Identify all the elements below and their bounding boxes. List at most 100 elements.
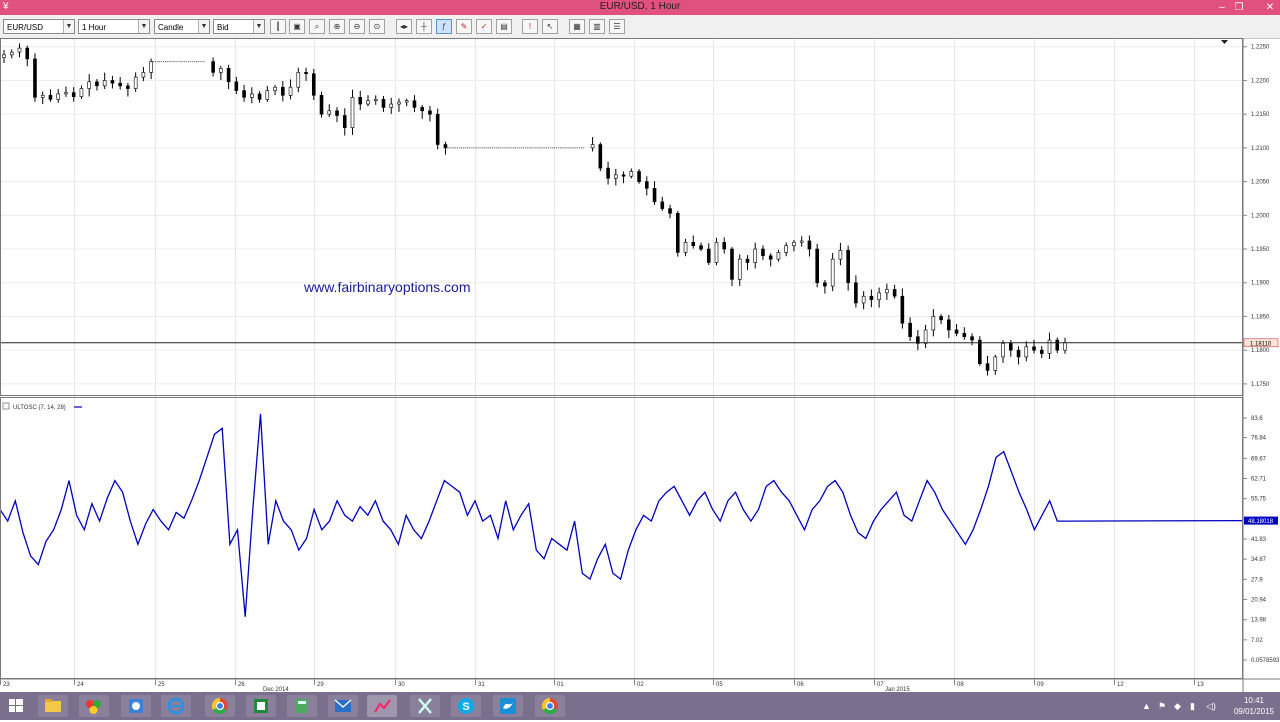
candle-body[interactable] xyxy=(381,99,386,108)
candle-body[interactable] xyxy=(799,240,804,243)
candle-body[interactable] xyxy=(133,76,138,89)
grid-icon[interactable]: ▦ xyxy=(569,19,585,34)
start-button[interactable] xyxy=(2,695,30,717)
candle-body[interactable] xyxy=(784,245,788,253)
analysis-icon[interactable]: ✓ xyxy=(476,19,492,34)
photo-editor-icon[interactable] xyxy=(121,695,151,717)
candle-body[interactable] xyxy=(854,282,858,304)
candle-body[interactable] xyxy=(296,72,301,88)
candle-body[interactable] xyxy=(931,316,936,331)
candle-body[interactable] xyxy=(373,99,378,101)
internet-explorer-icon[interactable] xyxy=(161,695,191,717)
candle-body[interactable] xyxy=(435,113,440,145)
chrome-window-icon[interactable] xyxy=(535,695,565,717)
tray-flag-icon[interactable]: ⚑ xyxy=(1158,692,1166,720)
candle-body[interactable] xyxy=(908,322,912,337)
candle-body[interactable] xyxy=(970,336,974,341)
candle-body[interactable] xyxy=(126,85,130,89)
candle-body[interactable] xyxy=(637,171,641,182)
drawing-tools-icon[interactable]: ✎ xyxy=(456,19,472,34)
candle-body[interactable] xyxy=(629,171,634,177)
scroll-left-icon[interactable]: ◂▸ xyxy=(396,19,412,34)
candle-body[interactable] xyxy=(1008,343,1013,351)
candle-body[interactable] xyxy=(614,174,618,179)
trading-app-icon[interactable] xyxy=(367,695,397,717)
candle-body[interactable] xyxy=(652,188,657,203)
candle-body[interactable] xyxy=(226,68,231,83)
candle-body[interactable] xyxy=(792,241,796,246)
chart-area[interactable]: 23 24 25 26 29 30 31 01 02 05 06 07 08 09 12 13Dec 2014… xyxy=(0,38,1280,692)
volume-icon[interactable]: ◁) xyxy=(1206,692,1216,720)
paint-app-icon[interactable] xyxy=(79,695,109,717)
network-icon[interactable]: ▮ xyxy=(1190,692,1195,720)
candle-body[interactable] xyxy=(722,241,727,250)
zoom-reset-icon[interactable]: ⊙ xyxy=(369,19,385,34)
candle-body[interactable] xyxy=(397,101,401,105)
candle-body[interactable] xyxy=(358,97,363,105)
taskbar-clock[interactable]: 10:41 09/01/2015 xyxy=(1232,695,1276,717)
candle-body[interactable] xyxy=(335,110,339,116)
file-explorer-icon[interactable] xyxy=(38,695,68,717)
oscillator-panel[interactable] xyxy=(0,413,1244,617)
candle-body[interactable] xyxy=(64,92,68,95)
candle-body[interactable] xyxy=(250,93,254,98)
candle-body[interactable] xyxy=(281,86,285,96)
candle-body[interactable] xyxy=(102,80,107,87)
candle-body[interactable] xyxy=(838,250,843,260)
candle-body[interactable] xyxy=(954,329,959,334)
candle-body[interactable] xyxy=(9,51,14,56)
candle-body[interactable] xyxy=(675,212,680,253)
candle-body[interactable] xyxy=(342,115,347,128)
candle-body[interactable] xyxy=(830,258,835,287)
crosshair-icon[interactable]: ┼ xyxy=(416,19,432,34)
candle-body[interactable] xyxy=(962,333,967,337)
restore-button[interactable]: ❐ xyxy=(1231,0,1247,15)
zoom-out-icon[interactable]: ⊖ xyxy=(349,19,365,34)
lock-icon[interactable]: ▣ xyxy=(289,19,305,34)
candle-body[interactable] xyxy=(304,72,308,75)
candle-body[interactable] xyxy=(56,93,61,100)
candle-body[interactable] xyxy=(985,363,990,371)
candle-body[interactable] xyxy=(776,252,781,260)
period-select[interactable]: 1 Hour ▼ xyxy=(78,19,150,34)
close-button[interactable]: ✕ xyxy=(1262,0,1278,15)
candle-body[interactable] xyxy=(79,88,84,97)
twitter-icon[interactable] xyxy=(493,695,523,717)
zoom-in-icon[interactable]: ⊕ xyxy=(329,19,345,34)
candle-body[interactable] xyxy=(242,90,246,98)
candle-body[interactable] xyxy=(211,61,215,73)
candle-body[interactable] xyxy=(885,289,889,294)
skype-icon[interactable]: S xyxy=(451,695,481,717)
candle-body[interactable] xyxy=(118,82,122,87)
candle-body[interactable] xyxy=(730,248,734,280)
candle-body[interactable] xyxy=(110,80,115,84)
candle-body[interactable] xyxy=(807,240,812,250)
candle-body[interactable] xyxy=(48,94,53,100)
candle-body[interactable] xyxy=(234,81,239,91)
candle-body[interactable] xyxy=(350,97,355,128)
candle-body[interactable] xyxy=(978,339,982,364)
candle-body[interactable] xyxy=(149,61,153,73)
candle-body[interactable] xyxy=(706,248,711,263)
candle-body[interactable] xyxy=(892,289,897,297)
calculator-icon[interactable] xyxy=(287,695,317,717)
candle-body[interactable] xyxy=(366,100,370,105)
candle-body[interactable] xyxy=(311,73,316,96)
print-icon[interactable]: ▤ xyxy=(496,19,512,34)
candle-body[interactable] xyxy=(327,110,332,115)
spreadsheet-icon[interactable] xyxy=(246,695,276,717)
candle-body[interactable] xyxy=(823,282,827,287)
candle-body[interactable] xyxy=(428,110,432,115)
x-app-icon[interactable] xyxy=(410,695,440,717)
candle-body[interactable] xyxy=(141,72,146,78)
candle-body[interactable] xyxy=(598,144,603,169)
candle-body[interactable] xyxy=(443,144,448,149)
candle-body[interactable] xyxy=(1055,339,1060,351)
price-type-select[interactable]: Bid ▼ xyxy=(213,19,265,34)
candle-body[interactable] xyxy=(660,201,665,209)
candle-body[interactable] xyxy=(25,47,30,60)
candle-body[interactable] xyxy=(768,255,773,260)
candle-body[interactable] xyxy=(714,241,719,263)
candle-body[interactable] xyxy=(939,316,943,321)
candle-body[interactable] xyxy=(869,295,874,300)
